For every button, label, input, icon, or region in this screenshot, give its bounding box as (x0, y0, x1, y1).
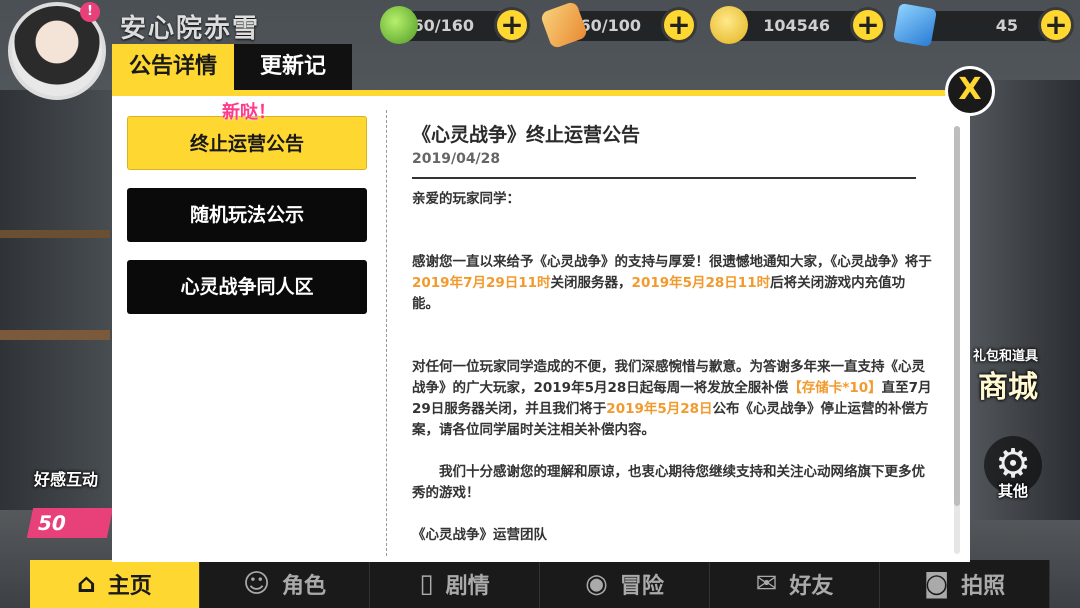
nav-character[interactable]: ☺ 角色 (200, 560, 370, 608)
add-ticket-button[interactable]: + (661, 7, 697, 43)
notice-content[interactable]: 《心灵战争》终止运营公告 2019/04/28 亲爱的玩家同学： 感谢您一直以来… (412, 120, 948, 552)
notice-item-label: 终止运营公告 (189, 133, 304, 155)
notice-paragraph-1: 感谢您一直以来给予《心灵战争》的支持与厚爱！很遗憾地通知大家，《心灵战争》将于2… (412, 254, 932, 312)
player-name: 安心院赤雪 (120, 14, 261, 44)
gem-cube-icon (892, 2, 938, 48)
favor-interaction-label[interactable]: 好感互动 (34, 466, 98, 490)
nav-home-label: 主页 (107, 574, 152, 599)
notice-item-shutdown[interactable]: 新哒！ 终止运营公告 (127, 103, 367, 170)
new-badge: 新哒！ (222, 102, 276, 123)
nav-adventure-label: 冒险 (619, 574, 664, 599)
notice-date: 2019/04/28 (412, 151, 501, 167)
close-dialog-button[interactable]: X (945, 66, 995, 116)
story-icon: ▯ (419, 569, 434, 599)
nav-camera[interactable]: ◙ 拍照 (880, 560, 1050, 608)
notice-paragraph-3: 我们十分感谢您的理解和原谅，也衷心期待您继续支持和关注心动网络旗下更多优秀的游戏… (412, 464, 925, 501)
notice-item-random-play[interactable]: 随机玩法公示 (127, 188, 367, 242)
notice-list: 新哒！ 终止运营公告 随机玩法公示 心灵战争同人区 (127, 103, 369, 332)
notice-item-fan-zone[interactable]: 心灵战争同人区 (127, 260, 367, 314)
notice-item-label: 心灵战争同人区 (180, 276, 314, 298)
notice-paragraph-2: 对任何一位玩家同学造成的不便，我们深感惋惜与歉意。为答谢多年来一直支持《心灵战争… (412, 359, 932, 438)
add-coin-button[interactable]: + (850, 7, 886, 43)
ticket-icon (539, 0, 589, 50)
nav-character-label: 角色 (282, 574, 327, 599)
dialog-divider (386, 110, 387, 556)
wall-shelf (0, 230, 110, 238)
coin-resource: 104546 + (710, 6, 886, 44)
content-scrollbar[interactable] (954, 126, 960, 554)
settings-label[interactable]: 其他 (998, 480, 1028, 501)
avatar-notification-dot: ! (80, 2, 100, 22)
stamina-leaf-icon (380, 6, 418, 44)
add-stamina-button[interactable]: + (494, 7, 530, 43)
dialog-tabs: 公告详情 更新记录 (112, 44, 352, 125)
nav-camera-label: 拍照 (961, 574, 1006, 599)
nav-story-label: 剧情 (445, 574, 490, 599)
shop-button[interactable]: 商城 (978, 362, 1038, 406)
desk-shelf (0, 330, 110, 340)
nav-adventure[interactable]: ◉ 冒险 (540, 560, 710, 608)
add-gem-button[interactable]: + (1038, 7, 1074, 43)
character-icon: ☺ (242, 569, 271, 599)
notice-item-label: 随机玩法公示 (189, 204, 304, 226)
nav-story[interactable]: ▯ 剧情 (370, 560, 540, 608)
friends-icon: ✉ (755, 569, 778, 599)
tab-notice-details[interactable]: 公告详情 (112, 44, 234, 90)
tab-update-log[interactable]: 更新记录 (234, 44, 352, 125)
level-badge: 50 (26, 508, 114, 538)
coin-icon (710, 6, 748, 44)
notice-title: 《心灵战争》终止运营公告 (412, 124, 641, 146)
scrollbar-thumb[interactable] (954, 126, 960, 506)
stamina-resource: 160/160 + (380, 6, 530, 44)
gem-resource: 45 + (892, 2, 1074, 48)
room-wall-left (0, 90, 120, 510)
nav-friends-label: 好友 (789, 574, 834, 599)
notice-signature: 《心灵战争》运营团队 (412, 527, 547, 543)
title-rule (412, 177, 916, 179)
announcement-dialog: 新哒！ 终止运营公告 随机玩法公示 心灵战争同人区 《心灵战争》终止运营公告 2… (112, 90, 970, 562)
home-icon: ⌂ (77, 569, 96, 599)
camera-icon: ◙ (923, 569, 950, 599)
bottom-nav: ⌂ 主页 ☺ 角色 ▯ 剧情 ◉ 冒险 ✉ 好友 ◙ 拍照 (30, 560, 1050, 608)
notice-greeting: 亲爱的玩家同学： (412, 191, 520, 207)
ticket-resource: 260/100 + (539, 0, 697, 50)
adventure-icon: ◉ (585, 569, 608, 599)
nav-friends[interactable]: ✉ 好友 (710, 560, 880, 608)
nav-home[interactable]: ⌂ 主页 (30, 560, 200, 608)
